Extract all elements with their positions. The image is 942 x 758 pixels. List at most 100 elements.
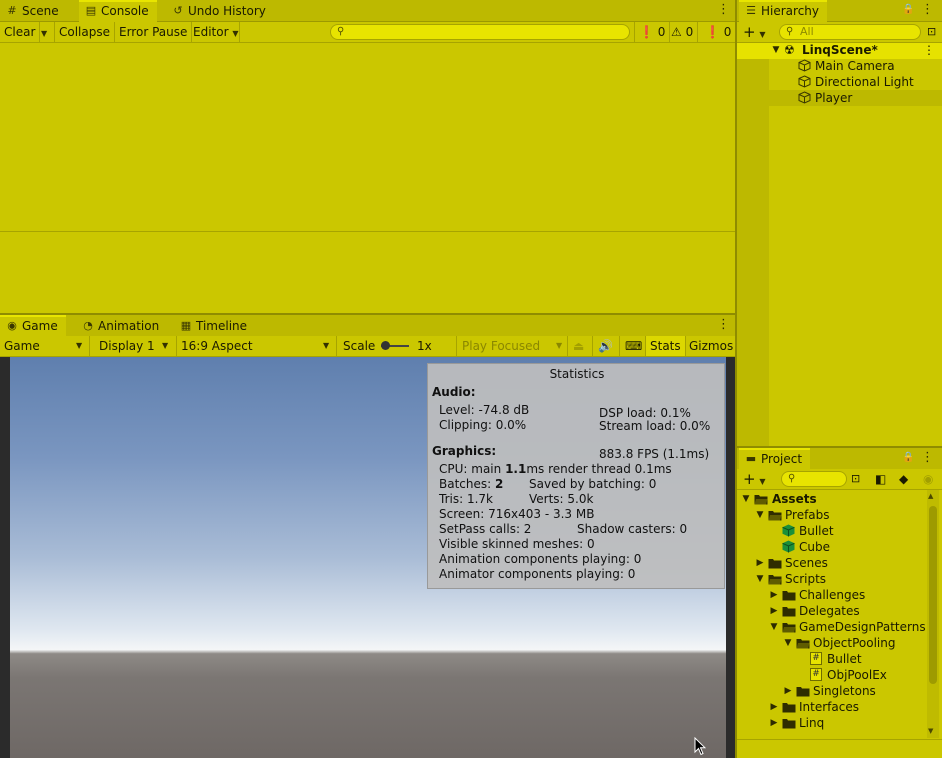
- play-mode-dropdown[interactable]: Play Focused ▼: [458, 336, 568, 356]
- filter-by-type-button[interactable]: ◧: [871, 469, 893, 489]
- expand-triangle-icon[interactable]: ▼: [755, 571, 765, 587]
- hierarchy-scene-visibility-button[interactable]: ⊡: [923, 22, 942, 42]
- hierarchy-item-main-camera[interactable]: Main Camera: [737, 58, 942, 74]
- mute-audio-button[interactable]: ⏏: [569, 336, 593, 356]
- chevron-down-icon: ▼: [759, 477, 766, 486]
- gizmos-toggle-button[interactable]: Gizmos: [685, 336, 737, 356]
- info-icon: ❗: [705, 25, 720, 39]
- expand-triangle-icon[interactable]: ▼: [741, 491, 751, 507]
- console-detail-divider[interactable]: [0, 231, 735, 232]
- collapse-triangle-icon[interactable]: ▶: [755, 555, 765, 571]
- project-item-objpoolex-script[interactable]: # ObjPoolEx: [737, 667, 927, 683]
- collapse-triangle-icon[interactable]: ▶: [769, 699, 779, 715]
- stats-batches: Batches: 2: [439, 477, 503, 491]
- tab-timeline[interactable]: ▦ Timeline: [174, 315, 255, 337]
- hierarchy-scene-row[interactable]: ▼ ☢ LinqScene* ⋮: [737, 42, 942, 58]
- project-scrollbar-thumb[interactable]: [929, 506, 937, 684]
- filter-by-label-button[interactable]: ◆: [895, 469, 917, 489]
- timeline-icon: ▦: [180, 319, 192, 332]
- hierarchy-toolbar: + ▼ ⚲ All ⊡: [737, 22, 942, 43]
- stats-stream-load: Stream load: 0.0%: [599, 419, 711, 433]
- project-item-bullet-prefab[interactable]: Bullet: [737, 523, 927, 539]
- console-search-input[interactable]: ⚲: [330, 24, 630, 40]
- tab-undo-history[interactable]: ↺ Undo History: [166, 0, 274, 22]
- folder-icon: [768, 559, 782, 569]
- project-item-interfaces[interactable]: ▶ Interfaces: [737, 699, 927, 715]
- editor-dropdown[interactable]: Editor ▼: [189, 22, 240, 42]
- scroll-up-arrow-icon[interactable]: ▲: [928, 492, 933, 500]
- error-pause-button[interactable]: Error Pause: [115, 22, 193, 42]
- filter-type-icon: ◧: [875, 472, 887, 486]
- clear-options-dropdown[interactable]: ▼: [38, 22, 55, 42]
- stats-toggle-button[interactable]: Stats: [646, 336, 686, 356]
- project-item-prefabs[interactable]: ▼ Prefabs: [737, 507, 927, 523]
- expand-triangle-icon[interactable]: ▼: [769, 619, 779, 635]
- scene-menu-icon[interactable]: ⋮: [923, 42, 935, 58]
- project-item-cube-prefab[interactable]: Cube: [737, 539, 927, 555]
- play-mode-label: Play Focused: [462, 339, 541, 353]
- game-menu-icon[interactable]: ⋮: [717, 318, 730, 334]
- scroll-down-arrow-icon[interactable]: ▼: [928, 727, 933, 735]
- tab-scene[interactable]: # Scene: [0, 0, 67, 22]
- collapse-button[interactable]: Collapse: [55, 22, 115, 42]
- project-item-object-pooling[interactable]: ▼ ObjectPooling: [737, 635, 927, 651]
- project-item-delegates[interactable]: ▶ Delegates: [737, 603, 927, 619]
- lock-icon[interactable]: 🔒: [902, 4, 914, 16]
- tab-animation[interactable]: ◔ Animation: [76, 315, 167, 337]
- chevron-down-icon: ▼: [323, 341, 330, 350]
- hierarchy-item-directional-light[interactable]: Directional Light: [737, 74, 942, 90]
- project-item-scenes[interactable]: ▶ Scenes: [737, 555, 927, 571]
- gamepad-icon: ◉: [7, 319, 17, 332]
- hidden-packages-button[interactable]: ◉: [919, 469, 941, 489]
- warning-filter-toggle[interactable]: ⚠ 0: [667, 22, 699, 42]
- search-by-type-button[interactable]: ⊡: [847, 469, 867, 489]
- audio-toggle-button[interactable]: 🔊: [594, 336, 620, 356]
- game-view-dropdown[interactable]: Game ▼: [0, 336, 90, 356]
- expand-triangle-icon[interactable]: ▼: [755, 507, 765, 523]
- expand-triangle-icon[interactable]: ▼: [783, 635, 793, 651]
- collapse-triangle-icon[interactable]: ▶: [769, 715, 779, 731]
- expand-triangle-icon[interactable]: ▼: [771, 42, 781, 58]
- project-item-linq[interactable]: ▶ Linq: [737, 715, 927, 731]
- stats-cpu-suffix: ms render thread 0.1ms: [526, 462, 672, 476]
- project-item-label: Prefabs: [785, 508, 830, 522]
- collapse-triangle-icon[interactable]: ▶: [769, 603, 779, 619]
- project-item-scripts[interactable]: ▼ Scripts: [737, 571, 927, 587]
- project-item-singletons[interactable]: ▶ Singletons: [737, 683, 927, 699]
- hierarchy-add-button[interactable]: + ▼: [739, 22, 775, 42]
- tab-game[interactable]: ◉ Game: [0, 315, 66, 337]
- clear-button[interactable]: Clear: [0, 22, 41, 42]
- project-search-input[interactable]: ⚲: [781, 471, 847, 487]
- hierarchy-menu-icon[interactable]: ⋮: [921, 3, 934, 19]
- project-item-challenges[interactable]: ▶ Challenges: [737, 587, 927, 603]
- console-menu-icon[interactable]: ⋮: [717, 3, 730, 19]
- scale-slider-handle[interactable]: [381, 341, 390, 350]
- project-item-game-design-patterns[interactable]: ▼ GameDesignPatterns: [737, 619, 927, 635]
- hierarchy-item-player[interactable]: Player: [737, 90, 942, 106]
- project-item-label: Delegates: [799, 604, 860, 618]
- info-filter-toggle[interactable]: ❗ 0: [701, 22, 735, 42]
- stats-audio-header: Audio:: [432, 385, 476, 399]
- collapse-label: Collapse: [59, 25, 110, 39]
- aspect-dropdown[interactable]: 16:9 Aspect ▼: [177, 336, 337, 356]
- project-create-button[interactable]: + ▼: [739, 469, 775, 489]
- project-item-assets[interactable]: ▼ Assets: [737, 491, 927, 507]
- tab-project[interactable]: ▬ Project: [739, 448, 811, 470]
- error-filter-toggle[interactable]: ❗ 0: [634, 22, 671, 42]
- project-menu-icon[interactable]: ⋮: [921, 451, 934, 467]
- display-dropdown[interactable]: Display 1 ▼: [95, 336, 177, 356]
- gizmos-label: Gizmos: [689, 339, 734, 353]
- tab-console[interactable]: ▤ Console: [79, 0, 157, 22]
- lock-icon[interactable]: 🔒: [902, 452, 914, 464]
- collapse-triangle-icon[interactable]: ▶: [769, 587, 779, 603]
- project-item-bullet-script[interactable]: # Bullet: [737, 651, 927, 667]
- console-icon: ▤: [85, 4, 97, 17]
- collapse-triangle-icon[interactable]: ▶: [783, 683, 793, 699]
- animation-icon: ◔: [83, 319, 93, 332]
- hierarchy-search-input[interactable]: ⚲ All: [779, 24, 921, 40]
- tab-hierarchy[interactable]: ☰ Hierarchy: [739, 0, 828, 22]
- scale-control[interactable]: Scale 1x: [339, 336, 457, 356]
- console-log-area[interactable]: [0, 43, 735, 313]
- shortcut-keyboard-button[interactable]: ⌨: [621, 336, 646, 356]
- stats-dsp-load: DSP load: 0.1%: [599, 406, 691, 420]
